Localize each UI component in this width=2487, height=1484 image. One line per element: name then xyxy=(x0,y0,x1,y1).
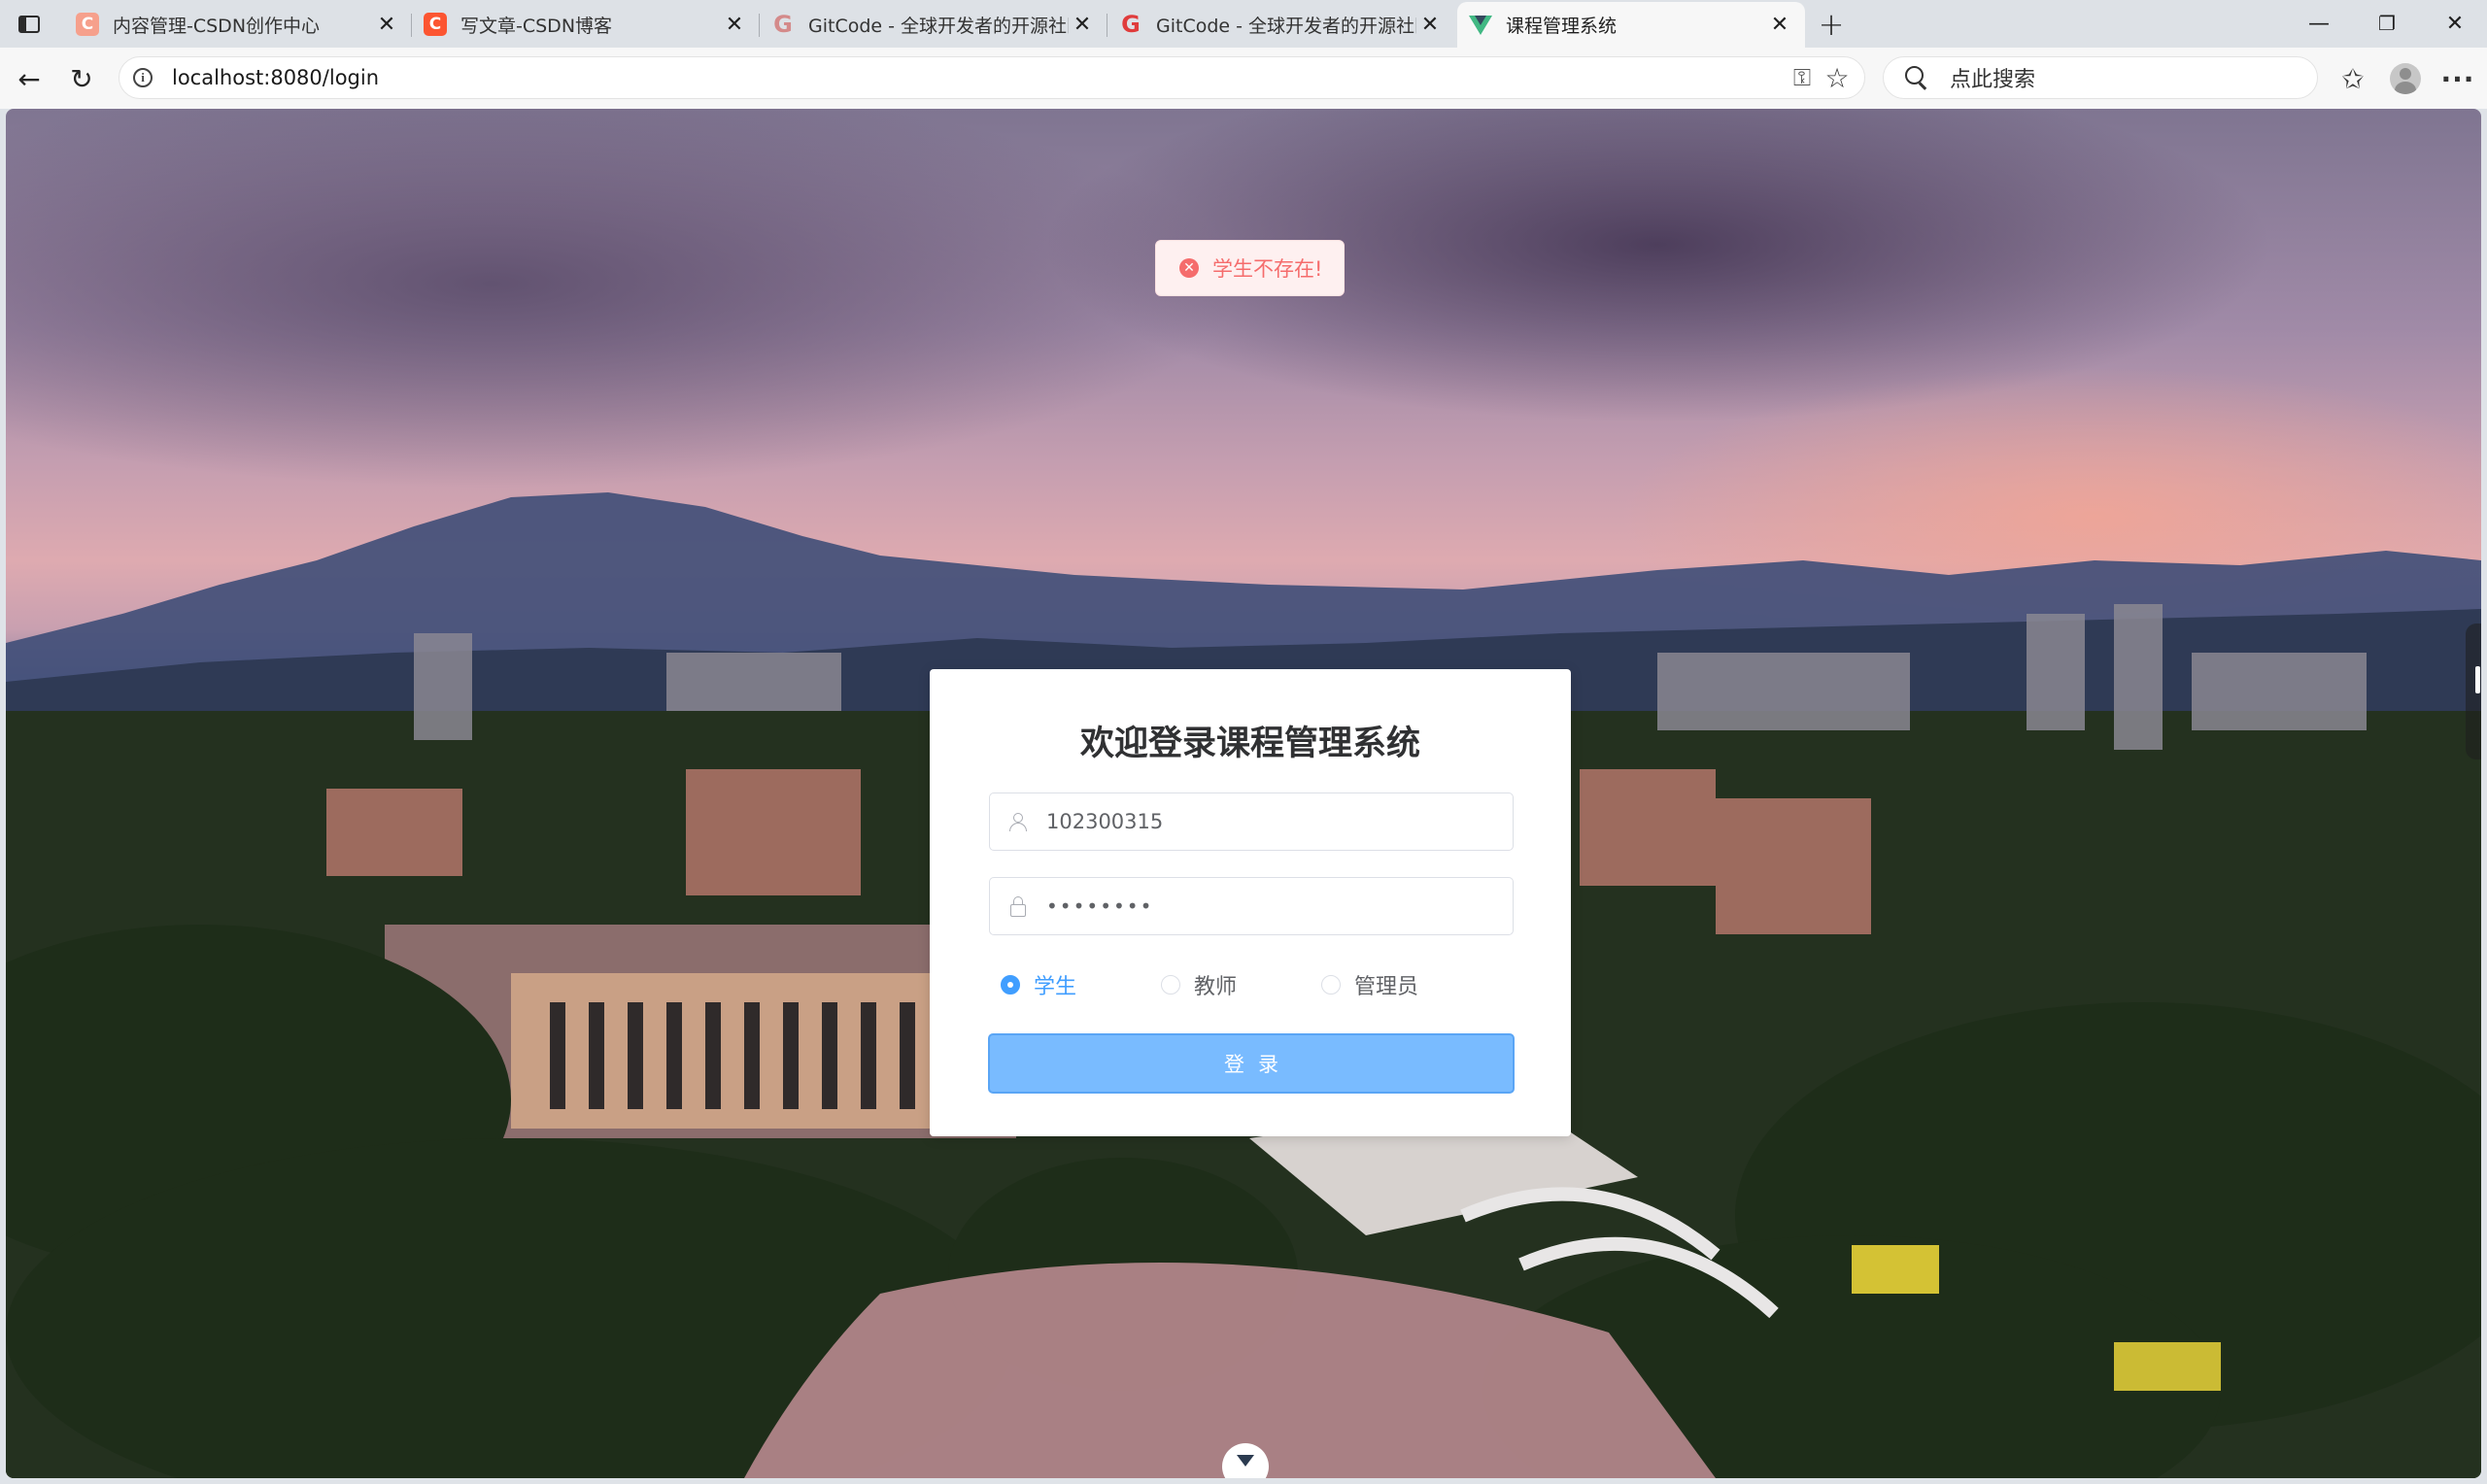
csdn-icon: C xyxy=(76,13,99,36)
search-box[interactable]: 点此搜索 xyxy=(1883,56,2318,99)
role-label: 学生 xyxy=(1034,975,1077,999)
login-button[interactable]: 登录 xyxy=(988,1033,1515,1094)
tab-gitcode-2[interactable]: G GitCode - 全球开发者的开源社区 ✕ xyxy=(1107,4,1455,45)
tab-csdn-content[interactable]: C 内容管理-CSDN创作中心 ✕ xyxy=(64,4,412,45)
radio-unchecked-icon xyxy=(1161,975,1180,995)
tab-title: GitCode - 全球开发者的开源社区 xyxy=(808,15,1069,37)
favorite-star-icon[interactable]: ☆ xyxy=(1820,60,1855,95)
radio-checked-icon xyxy=(1001,975,1020,995)
close-icon[interactable]: ✕ xyxy=(1766,12,1793,39)
tab-csdn-write[interactable]: C 写文章-CSDN博客 ✕ xyxy=(412,4,760,45)
chevron-down-icon xyxy=(1237,1455,1254,1467)
search-placeholder: 点此搜索 xyxy=(1950,68,2036,92)
back-arrow-icon[interactable]: ← xyxy=(12,61,47,96)
password-field[interactable]: •••••••• xyxy=(989,877,1514,935)
user-icon xyxy=(990,813,1046,831)
error-message-toast: ✕ 学生不存在! xyxy=(1155,240,1345,296)
role-radio-group: 学生 教师 管理员 xyxy=(1001,970,1506,999)
role-label: 管理员 xyxy=(1354,975,1419,999)
tab-title: 写文章-CSDN博客 xyxy=(460,15,613,37)
close-icon[interactable]: ✕ xyxy=(373,11,400,38)
minimize-icon[interactable]: — xyxy=(2293,6,2345,41)
tab-title: 课程管理系统 xyxy=(1506,16,1618,37)
side-panel-handle[interactable] xyxy=(2466,624,2481,759)
close-icon[interactable]: ✕ xyxy=(721,11,748,38)
tab-course-system[interactable]: 课程管理系统 ✕ xyxy=(1457,2,1805,48)
csdn-icon: C xyxy=(424,13,447,36)
login-title: 欢迎登录课程管理系统 xyxy=(1079,725,1420,763)
error-circle-icon: ✕ xyxy=(1179,258,1199,278)
role-radio-admin[interactable]: 管理员 xyxy=(1321,970,1418,999)
window-bottom-edge xyxy=(0,1478,2487,1484)
role-label: 教师 xyxy=(1194,975,1238,999)
radio-unchecked-icon xyxy=(1321,975,1341,995)
new-tab-button[interactable]: + xyxy=(1815,6,1848,43)
role-radio-student[interactable]: 学生 xyxy=(1001,970,1076,999)
role-radio-teacher[interactable]: 教师 xyxy=(1161,970,1237,999)
window-close-icon[interactable]: ✕ xyxy=(2429,6,2481,41)
tab-strip: C 内容管理-CSDN创作中心 ✕ C 写文章-CSDN博客 ✕ G GitCo… xyxy=(0,0,2487,48)
favorites-list-icon[interactable]: ✩ xyxy=(2332,57,2374,100)
login-card: 欢迎登录课程管理系统 102300315 •••••••• 学生 教师 管理员 … xyxy=(930,669,1571,1136)
username-field[interactable]: 102300315 xyxy=(989,793,1514,851)
profile-avatar[interactable] xyxy=(2384,57,2427,100)
address-bar[interactable]: i localhost:8080/login ⚿ ☆ xyxy=(119,56,1865,99)
gitcode-icon: G xyxy=(773,11,793,38)
username-value[interactable]: 102300315 xyxy=(1046,810,1163,833)
tab-title: GitCode - 全球开发者的开源社区 xyxy=(1156,15,1416,37)
close-icon[interactable]: ✕ xyxy=(1069,11,1096,38)
password-value[interactable]: •••••••• xyxy=(1046,894,1153,918)
key-icon[interactable]: ⚿ xyxy=(1785,60,1820,95)
tab-gitcode-1[interactable]: G GitCode - 全球开发者的开源社区 ✕ xyxy=(760,4,1107,45)
lock-icon xyxy=(990,896,1046,917)
url-text[interactable]: localhost:8080/login xyxy=(172,66,1785,89)
vue-icon xyxy=(1469,15,1492,35)
page-viewport: ✕ 学生不存在! 欢迎登录课程管理系统 102300315 •••••••• 学… xyxy=(6,109,2481,1478)
close-icon[interactable]: ✕ xyxy=(1416,11,1444,38)
site-info-icon[interactable]: i xyxy=(133,68,153,87)
more-options-icon[interactable]: ··· xyxy=(2436,57,2479,100)
search-icon xyxy=(1905,66,1928,89)
browser-toolbar: ← ↻ i localhost:8080/login ⚿ ☆ 点此搜索 ✩ ··… xyxy=(0,48,2487,109)
tab-actions-menu-icon[interactable] xyxy=(10,8,49,41)
restore-icon[interactable]: ❐ xyxy=(2361,6,2413,41)
error-message-text: 学生不存在! xyxy=(1212,257,1323,281)
tab-title: 内容管理-CSDN创作中心 xyxy=(113,15,321,37)
refresh-icon[interactable]: ↻ xyxy=(64,61,99,96)
gitcode-icon: G xyxy=(1121,11,1141,38)
